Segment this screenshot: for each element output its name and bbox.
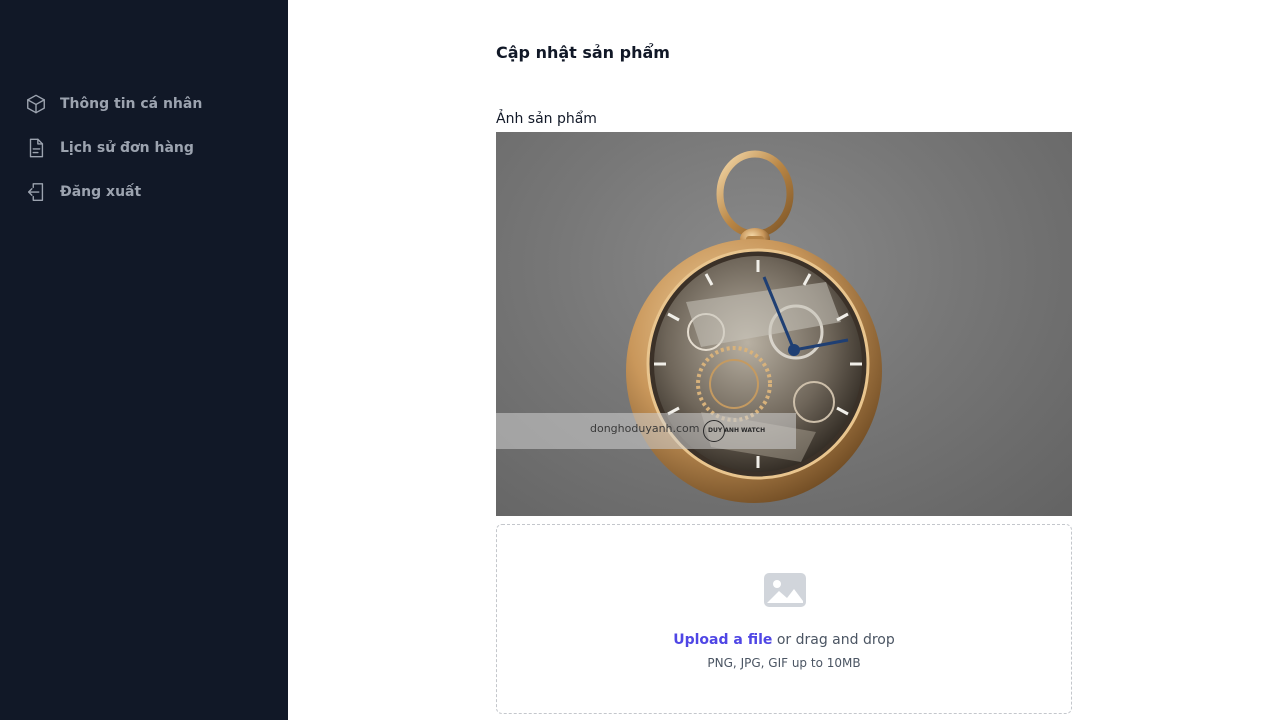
page-title: Cập nhật sản phẩm bbox=[496, 43, 670, 62]
watermark-text: donghoduyanh.com bbox=[590, 422, 700, 435]
image-icon bbox=[763, 572, 807, 608]
product-image-label: Ảnh sản phẩm bbox=[496, 111, 597, 127]
drag-drop-text: or drag and drop bbox=[772, 632, 895, 648]
sidebar-item-label: Đăng xuất bbox=[60, 184, 142, 200]
main-content: Cập nhật sản phẩm Ảnh sản phẩm donghoduy… bbox=[288, 0, 1280, 720]
sidebar-item-logout[interactable]: Đăng xuất bbox=[24, 178, 141, 206]
sidebar-item-profile[interactable]: Thông tin cá nhân bbox=[24, 90, 202, 118]
sidebar-item-order-history[interactable]: Lịch sử đơn hàng bbox=[24, 134, 194, 162]
watermark-brand: DUY ANH WATCH bbox=[708, 427, 766, 434]
file-dropzone[interactable]: Upload a file or drag and drop PNG, JPG,… bbox=[496, 524, 1072, 714]
pocket-watch-image bbox=[626, 150, 882, 503]
logout-icon bbox=[24, 180, 48, 204]
cube-icon bbox=[24, 92, 48, 116]
product-image-preview: donghoduyanh.com DUY ANH WATCH bbox=[496, 132, 1072, 516]
upload-file-link[interactable]: Upload a file bbox=[673, 632, 772, 648]
file-type-hint: PNG, JPG, GIF up to 10MB bbox=[707, 656, 861, 670]
sidebar: Thông tin cá nhân Lịch sử đơn hàng Đăng … bbox=[0, 0, 288, 720]
sidebar-item-label: Lịch sử đơn hàng bbox=[60, 140, 194, 156]
sidebar-item-label: Thông tin cá nhân bbox=[60, 96, 203, 112]
document-icon bbox=[24, 136, 48, 160]
dropzone-instructions: Upload a file or drag and drop bbox=[497, 632, 1071, 648]
